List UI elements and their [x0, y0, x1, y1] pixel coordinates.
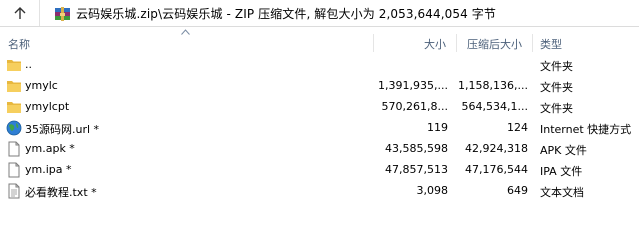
file-row[interactable]: ymylcpt 570,261,8... 564,534,1... 文件夹 [0, 97, 639, 118]
file-size: 570,261,8... [381, 100, 448, 113]
file-type: 文件夹 [540, 102, 573, 115]
file-name: ymylc [25, 79, 58, 92]
column-header-name[interactable]: 名称 [8, 36, 30, 52]
column-header: 名称 大小 压缩后大小 类型 [0, 29, 639, 54]
file-name: ym.apk * [25, 142, 75, 155]
file-compressed-size: 47,176,544 [465, 163, 528, 176]
path-field[interactable]: 云码娱乐城.zip\云码娱乐城 - ZIP 压缩文件, 解包大小为 2,053,… [55, 5, 639, 22]
up-button[interactable] [0, 0, 40, 26]
file-size: 3,098 [416, 184, 449, 197]
file-compressed-size: 124 [507, 121, 528, 134]
file-type: 文件夹 [540, 60, 573, 73]
file-name: .. [25, 58, 32, 71]
file-name: ym.ipa * [25, 163, 72, 176]
globe-icon [6, 120, 22, 136]
file-compressed-size: 42,924,318 [465, 142, 528, 155]
file-type: APK 文件 [540, 144, 587, 157]
zip-archive-icon [55, 6, 70, 21]
file-size: 119 [427, 121, 448, 134]
folder-icon [7, 81, 21, 92]
file-row[interactable]: ymylc 1,391,935,... 1,158,136,... 文件夹 [0, 76, 639, 97]
file-compressed-size: 1,158,136,... [458, 79, 528, 92]
file-type: 文本文档 [540, 186, 584, 199]
sort-ascending-icon [181, 29, 190, 35]
file-name: ymylcpt [25, 100, 70, 113]
arrow-up-icon [14, 7, 25, 19]
column-header-type[interactable]: 类型 [540, 36, 562, 52]
file-icon [8, 162, 20, 178]
file-size: 47,857,513 [385, 163, 448, 176]
file-type: IPA 文件 [540, 165, 583, 178]
column-separator[interactable] [532, 34, 533, 52]
file-name: 35源码网.url * [25, 123, 100, 136]
file-list: .. 文件夹 ymylc 1,391,935,... 1,158,136,...… [0, 55, 639, 202]
file-compressed-size: 564,534,1... [461, 100, 528, 113]
column-separator[interactable] [456, 34, 457, 52]
column-separator[interactable] [373, 34, 374, 52]
folder-icon [7, 60, 21, 71]
text-file-icon [8, 183, 20, 199]
file-icon [8, 141, 20, 157]
file-type: Internet 快捷方式 [540, 123, 632, 136]
file-row[interactable]: .. 文件夹 [0, 55, 639, 76]
file-compressed-size: 649 [507, 184, 528, 197]
file-row[interactable]: 35源码网.url * 119 124 Internet 快捷方式 [0, 118, 639, 139]
folder-icon [7, 102, 21, 113]
file-name: 必看教程.txt * [25, 186, 97, 199]
address-bar: 云码娱乐城.zip\云码娱乐城 - ZIP 压缩文件, 解包大小为 2,053,… [0, 0, 639, 27]
file-row[interactable]: ym.apk * 43,585,598 42,924,318 APK 文件 [0, 139, 639, 160]
path-text: 云码娱乐城.zip\云码娱乐城 - ZIP 压缩文件, 解包大小为 2,053,… [76, 7, 496, 21]
file-size: 1,391,935,... [378, 79, 448, 92]
column-header-compressed[interactable]: 压缩后大小 [467, 36, 522, 52]
file-type: 文件夹 [540, 81, 573, 94]
column-header-size[interactable]: 大小 [424, 36, 446, 52]
file-row[interactable]: 必看教程.txt * 3,098 649 文本文档 [0, 181, 639, 202]
file-size: 43,585,598 [385, 142, 448, 155]
file-row[interactable]: ym.ipa * 47,857,513 47,176,544 IPA 文件 [0, 160, 639, 181]
